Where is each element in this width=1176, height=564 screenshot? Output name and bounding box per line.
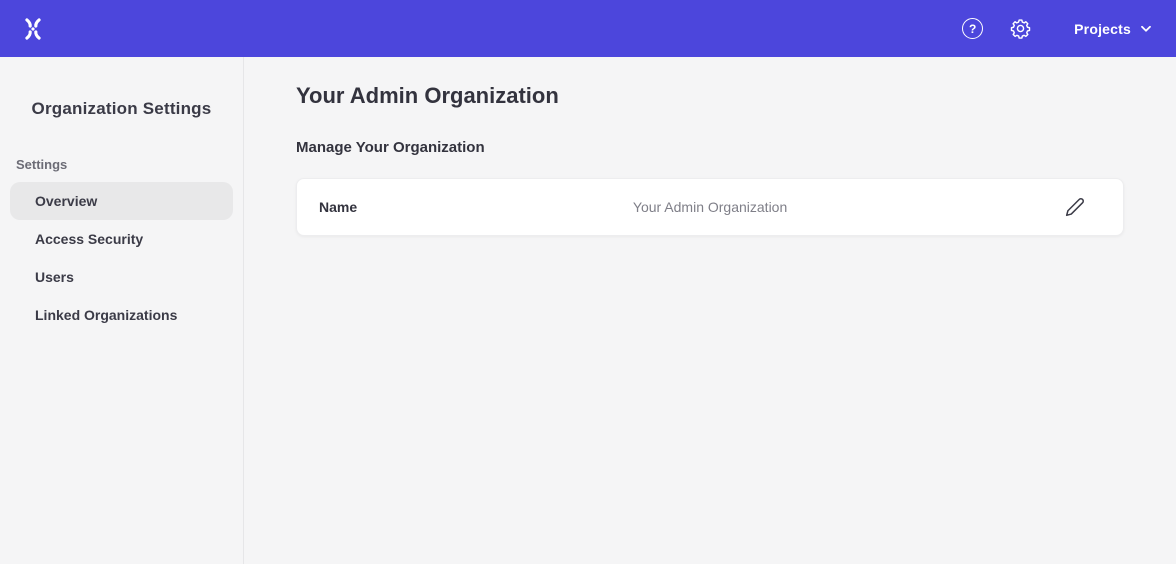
sidebar-item-overview[interactable]: Overview (10, 182, 233, 220)
sidebar-item-label: Access Security (35, 231, 143, 247)
sidebar-item-users[interactable]: Users (10, 258, 233, 296)
projects-label: Projects (1074, 21, 1131, 37)
chevron-down-icon (1140, 25, 1152, 33)
sidebar-item-label: Linked Organizations (35, 307, 177, 323)
sidebar-item-label: Overview (35, 193, 97, 209)
sidebar-item-access-security[interactable]: Access Security (10, 220, 233, 258)
page-body: Organization Settings Settings Overview … (0, 57, 1176, 564)
brand-x-icon (20, 16, 46, 42)
sidebar-title: Organization Settings (0, 99, 243, 119)
topbar-actions: ? Projects (962, 17, 1152, 40)
help-glyph: ? (969, 23, 976, 35)
sidebar-item-linked-organizations[interactable]: Linked Organizations (10, 296, 233, 334)
edit-name-button[interactable] (1063, 195, 1087, 219)
brand-logo[interactable] (20, 16, 46, 42)
projects-dropdown[interactable]: Projects (1074, 21, 1152, 37)
sidebar-item-label: Users (35, 269, 74, 285)
settings-button[interactable] (1009, 17, 1032, 40)
help-icon: ? (962, 18, 983, 39)
sidebar-nav: Overview Access Security Users Linked Or… (0, 182, 243, 334)
sidebar: Organization Settings Settings Overview … (0, 57, 244, 564)
name-label: Name (319, 199, 357, 215)
pencil-icon (1065, 197, 1085, 217)
sidebar-section-label: Settings (16, 157, 243, 172)
page-title: Your Admin Organization (296, 83, 1124, 109)
gear-icon (1009, 17, 1032, 40)
topbar: ? Projects (0, 0, 1176, 57)
name-card: Name Your Admin Organization (296, 178, 1124, 236)
help-button[interactable]: ? (962, 18, 983, 39)
section-title: Manage Your Organization (296, 139, 1124, 157)
main-content: Your Admin Organization Manage Your Orga… (244, 57, 1176, 564)
name-value: Your Admin Organization (357, 199, 1063, 215)
